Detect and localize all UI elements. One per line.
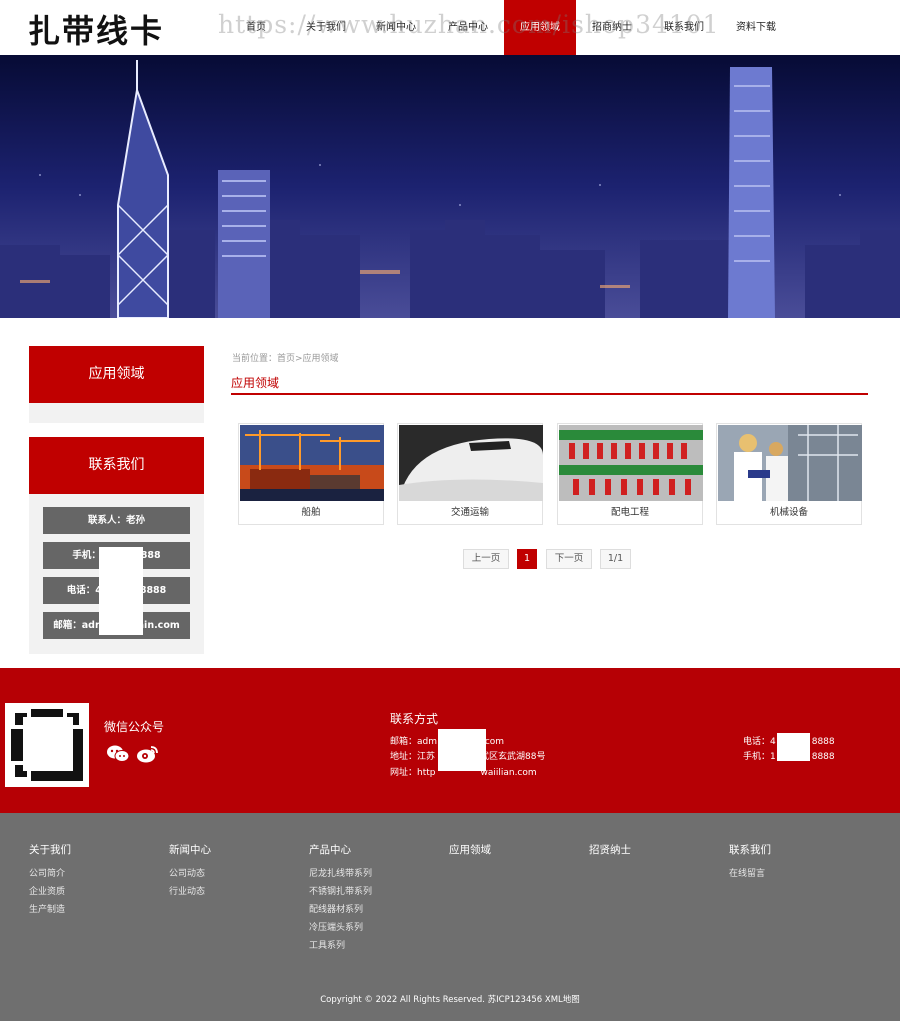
nav-news[interactable]: 新闻中心 [360, 0, 432, 55]
ship-port-image [240, 425, 384, 501]
card-caption[interactable]: 交通运输 [398, 504, 542, 518]
footer-link[interactable]: 配线器材系列 [309, 902, 372, 915]
footer-column-heading[interactable]: 联系我们 [729, 842, 771, 857]
airplane-image [399, 425, 543, 501]
title-underline [231, 393, 868, 395]
current-page-button[interactable]: 1 [517, 549, 537, 569]
footer-link[interactable]: 工具系列 [309, 938, 372, 951]
wechat-title: 微信公众号 [104, 720, 165, 734]
footer-column-products: 产品中心 尼龙扎线带系列 不锈钢扎带系列 配线器材系列 冷压端头系列 工具系列 [309, 842, 372, 956]
nav-home[interactable]: 首页 [220, 0, 292, 55]
page-title: 应用领域 [231, 376, 280, 390]
card-caption[interactable]: 机械设备 [717, 504, 861, 518]
site-logo[interactable]: 扎带线卡 [28, 6, 164, 52]
footer-link[interactable]: 企业资质 [29, 884, 71, 897]
footer-link[interactable]: 在线留言 [729, 866, 771, 879]
footer-links-band: 关于我们 公司简介 企业资质 生产制造 新闻中心 公司动态 行业动态 产品中心 … [0, 813, 900, 1021]
nav-downloads[interactable]: 资料下载 [720, 0, 792, 55]
footer-link[interactable]: 公司动态 [169, 866, 211, 879]
card-caption[interactable]: 配电工程 [558, 504, 702, 518]
footer-link[interactable]: 冷压端头系列 [309, 920, 372, 933]
redaction-block [438, 729, 486, 771]
nav-products[interactable]: 产品中心 [432, 0, 504, 55]
footer-link[interactable]: 行业动态 [169, 884, 211, 897]
footer-contact-band: 微信公众号 联系方式 邮箱：adm .com 地址：江苏 武区玄武湖88号 网址… [0, 668, 900, 813]
footer-column-news: 新闻中心 公司动态 行业动态 [169, 842, 211, 902]
application-card[interactable]: 船舶 [238, 423, 384, 525]
application-card[interactable]: 配电工程 [557, 423, 703, 525]
wechat-qr-code [5, 703, 89, 787]
sidebar-applications-title[interactable]: 应用领域 [29, 346, 204, 403]
redaction-block [99, 547, 143, 635]
footer-column-recruit: 招贤纳士 [589, 842, 631, 866]
application-card[interactable]: 机械设备 [716, 423, 862, 525]
sidebar-contact-title[interactable]: 联系我们 [29, 437, 204, 494]
wechat-icon[interactable] [106, 744, 130, 764]
copyright-text: Copyright © 2022 All Rights Reserved. 苏I… [320, 995, 580, 1005]
nav-contact[interactable]: 联系我们 [648, 0, 720, 55]
page-count: 1/1 [600, 549, 631, 569]
footer-column-heading[interactable]: 招贤纳士 [589, 842, 631, 857]
machinery-workers-image [718, 425, 862, 501]
footer-column-applications: 应用领域 [449, 842, 491, 866]
weibo-icon[interactable] [136, 744, 160, 764]
footer-column-heading[interactable]: 应用领域 [449, 842, 491, 857]
card-caption[interactable]: 船舶 [239, 504, 383, 518]
footer-link[interactable]: 生产制造 [29, 902, 71, 915]
electrical-wiring-image [559, 425, 703, 501]
nav-recruit[interactable]: 招商纳士 [576, 0, 648, 55]
footer-column-heading[interactable]: 产品中心 [309, 842, 372, 857]
sidebar-applications-box: 应用领域 [29, 346, 204, 423]
contact-person: 联系人：老孙 [43, 507, 190, 534]
footer-contact-title: 联系方式 [390, 712, 439, 726]
footer-link[interactable]: 尼龙扎线带系列 [309, 866, 372, 879]
city-banner [0, 55, 900, 318]
footer-column-contact: 联系我们 在线留言 [729, 842, 771, 884]
breadcrumb: 当前位置：首页>应用领域 [232, 354, 339, 364]
footer-column-heading[interactable]: 关于我们 [29, 842, 71, 857]
footer-column-heading[interactable]: 新闻中心 [169, 842, 211, 857]
footer-link[interactable]: 不锈钢扎带系列 [309, 884, 372, 897]
footer-column-about: 关于我们 公司简介 企业资质 生产制造 [29, 842, 71, 920]
footer-link[interactable]: 公司简介 [29, 866, 71, 879]
redaction-block [777, 733, 810, 761]
nav-about[interactable]: 关于我们 [290, 0, 362, 55]
city-skyline-image [0, 55, 900, 318]
site-header: 扎带线卡 首页 关于我们 新闻中心 产品中心 应用领域 招商纳士 联系我们 资料… [0, 0, 900, 55]
nav-applications[interactable]: 应用领域 [504, 0, 576, 55]
sidebar-contact-box: 联系我们 联系人：老孙 手机： 8888 电话：4 8888 邮箱：adr ai… [29, 437, 204, 654]
application-card[interactable]: 交通运输 [397, 423, 543, 525]
prev-page-button[interactable]: 上一页 [463, 549, 509, 569]
next-page-button[interactable]: 下一页 [546, 549, 592, 569]
